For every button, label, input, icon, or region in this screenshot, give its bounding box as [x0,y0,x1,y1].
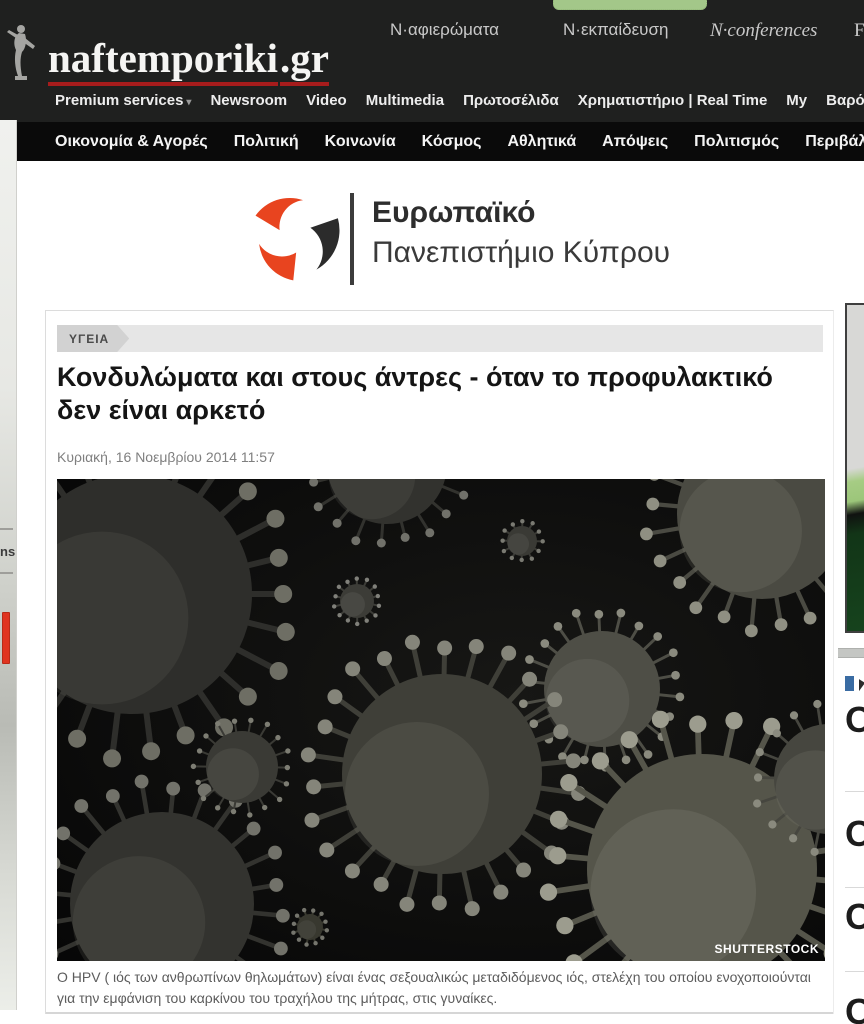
menu-item-xrimatistirio-realtime[interactable]: Χρηματιστήριο | Real Time [578,92,768,109]
breadcrumb-category-chip[interactable]: ΥΓΕΙΑ [57,325,129,352]
ad-text-line2: Πανεπιστήμιο Κύπρου [372,236,670,270]
nav-item-politiki[interactable]: Πολιτική [234,133,299,151]
hermes-statue-icon [5,22,43,82]
site-logo[interactable]: naftemporiki.gr [48,34,329,82]
left-edge-divider [0,572,13,574]
article-figure-svg [57,479,825,961]
topmenu-item-ekpaideusi[interactable]: Ν·εκπαίδευση [563,20,668,40]
page: naftemporiki.gr Ν·αφιερώματα Ν·εκπαίδευσ… [0,0,864,1024]
nav-item-kosmos[interactable]: Κόσμος [422,133,482,151]
nav-item-oikonomia-agores[interactable]: Οικονομία & Αγορές [55,133,208,151]
site-header: naftemporiki.gr Ν·αφιερώματα Ν·εκπαίδευσ… [0,0,864,122]
logo-text-main: naftemporiki [48,35,278,86]
article-container: ΥΓΕΙΑ Κονδυλώματα και στους άντρες - ότα… [45,310,834,1014]
left-edge-partial-text: ns [0,544,15,559]
nav-item-apopseis[interactable]: Απόψεις [602,133,668,151]
sidebar-item-divider [845,971,864,972]
sidebar-item-divider [845,887,864,888]
euc-swirl-logo-icon [245,186,345,286]
nav-item-politismos[interactable]: Πολιτισμός [694,133,779,151]
breadcrumb: ΥΓΕΙΑ [57,325,823,352]
left-edge-panel: ns [0,120,17,1010]
menu-item-newsroom[interactable]: Newsroom [210,92,287,109]
menu-item-varometro[interactable]: Βαρόμετρο [826,92,864,109]
chevron-down-icon: ▾ [186,97,191,108]
sidebar-ad[interactable] [845,303,864,633]
secondary-menu: Premium services▾ Newsroom Video Multime… [55,92,864,109]
left-edge-divider [0,528,13,530]
sidebar-headline-item[interactable]: Ο [845,814,864,854]
euc-ad-banner[interactable]: Ευρωπαϊκό Πανεπιστήμιο Κύπρου [240,178,720,294]
category-label: ΥΓΕΙΑ [69,332,109,346]
sidebar-section-divider [838,648,864,658]
article-bottom-divider [46,1012,833,1014]
right-sidebar: Ο Ο Ο Ο [838,280,864,1024]
section-title-partial-glyph [859,677,864,691]
article-date: Κυριακή, 16 Νοεμβρίου 2014 11:57 [57,449,275,465]
menu-item-multimedia[interactable]: Multimedia [366,92,444,109]
active-tab-indicator [553,0,707,10]
left-edge-red-marker [2,612,10,664]
menu-item-protoselida[interactable]: Πρωτοσέλιδα [463,92,559,109]
sidebar-headline-item[interactable]: Ο [845,700,864,740]
nav-item-athlitika[interactable]: Αθλητικά [507,133,576,151]
sidebar-headline-item[interactable]: Ο [845,897,864,937]
image-caption: Ο HPV ( ιός των ανθρωπίνων θηλωμάτων) εί… [57,967,827,1009]
page-title: Κονδυλώματα και στους άντρες - όταν το π… [57,361,823,427]
sidebar-item-divider [845,791,864,792]
section-bullet-icon [845,676,854,691]
topmenu-item-afieromata[interactable]: Ν·αφιερώματα [390,20,499,40]
nav-item-koinonia[interactable]: Κοινωνία [325,133,396,151]
menu-item-video[interactable]: Video [306,92,347,109]
image-credit: SHUTTERSTOCK [715,942,819,956]
nav-item-perivallon[interactable]: Περιβάλλον [805,133,864,151]
logo-text-tld: .gr [280,35,329,86]
menu-item-premium-services[interactable]: Premium services▾ [55,92,191,109]
topmenu-item-conferences[interactable]: N·conferences [710,20,817,42]
section-nav: Οικονομία & Αγορές Πολιτική Κοινωνία Κόσ… [16,122,864,161]
menu-item-my[interactable]: My [786,92,807,109]
ad-text-line1: Ευρωπαϊκό [372,196,536,230]
ad-divider [350,193,354,285]
article-image: SHUTTERSTOCK [57,479,825,961]
topmenu-item-partial[interactable]: F [854,20,864,42]
sidebar-headline-item[interactable]: Ο [845,992,864,1024]
